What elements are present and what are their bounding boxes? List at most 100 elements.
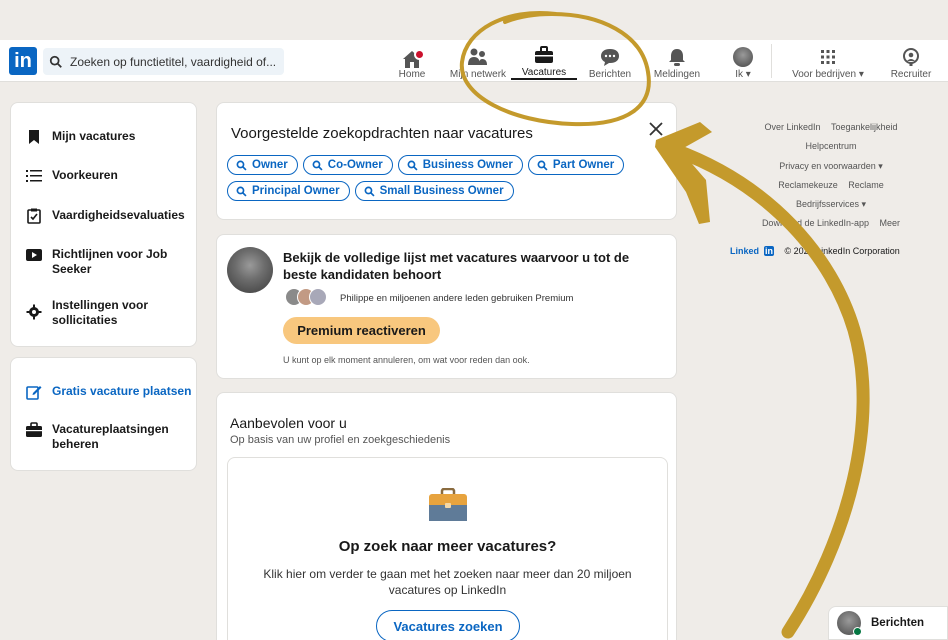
sidebar-item-skill-assessments[interactable]: Vaardigheidsevaluaties — [26, 208, 185, 224]
messaging-label: Berichten — [871, 617, 925, 629]
footer-link[interactable]: Bedrijfsservices ▾ — [796, 199, 866, 209]
suggested-searches-card: Voorgestelde zoekopdrachten naar vacatur… — [216, 102, 677, 220]
nav-divider — [771, 44, 772, 78]
search-pill[interactable]: Owner — [227, 155, 298, 175]
sidebar-item-my-jobs[interactable]: Mijn vacatures — [26, 129, 135, 145]
footer-link[interactable]: Toegankelijkheid — [831, 122, 898, 132]
play-icon — [26, 249, 42, 261]
bookmark-icon — [29, 130, 39, 144]
manage-job-postings-label: Vacatureplaatsingen beheren — [52, 422, 169, 451]
footer-links: Over LinkedIn Toegankelijkheid Helpcentr… — [724, 118, 938, 256]
messaging-bar[interactable]: Berichten — [828, 606, 948, 640]
nav-jobs-label: Vacatures — [521, 67, 567, 78]
nav-notifications[interactable]: Meldingen — [650, 42, 704, 80]
bell-icon — [669, 49, 685, 66]
sidebar-card: Mijn vacatures Voorkeuren Vaardigheidsev… — [10, 102, 197, 347]
search-input[interactable] — [70, 54, 280, 69]
search-pill-label: Small Business Owner — [379, 185, 504, 197]
premium-social-proof: Philippe en miljoenen andere leden gebru… — [340, 293, 574, 304]
search-pill-label: Principal Owner — [252, 185, 340, 197]
search-pill[interactable]: Part Owner — [527, 155, 625, 175]
nav-recruiter[interactable]: Recruiter — [886, 42, 936, 80]
nav-network[interactable]: Mijn netwerk — [447, 42, 509, 80]
linkedin-wordmark: Linked in — [726, 246, 778, 256]
copyright-text: © 2024 LinkedIn Corporation — [782, 246, 900, 256]
suggested-searches-title: Voorgestelde zoekopdrachten naar vacatur… — [231, 125, 533, 142]
avatar — [227, 247, 273, 293]
footer-link[interactable]: Reclamekeuze — [778, 180, 838, 190]
recruiter-icon — [903, 48, 919, 66]
member-faces — [285, 288, 327, 306]
sidebar-item-label: Richtlijnen voor Job Seeker — [52, 247, 168, 276]
search-icon — [49, 55, 62, 68]
top-nav-bar: in Home Mijn netwerk Vacatures Berichten… — [0, 40, 948, 82]
nav-home[interactable]: Home — [396, 42, 428, 80]
wordmark-prefix: Linked — [730, 246, 760, 256]
sidebar-item-label: Vaardigheidsevaluaties — [52, 208, 185, 222]
search-pill[interactable]: Small Business Owner — [354, 181, 514, 201]
premium-fine-print: U kunt op elk moment annuleren, om wat v… — [283, 355, 530, 365]
wordmark-suffix: in — [764, 246, 775, 256]
list-icon — [26, 170, 42, 182]
post-job-link[interactable]: Gratis vacature plaatsen — [26, 384, 191, 400]
search-icon — [537, 160, 548, 171]
premium-upsell-card: Bekijk de volledige lijst met vacatures … — [216, 234, 677, 379]
footer-link[interactable]: Download de LinkedIn-app — [762, 218, 869, 228]
recommended-title: Aanbevolen voor u — [230, 415, 347, 431]
nav-for-business[interactable]: Voor bedrijven ▾ — [786, 42, 870, 80]
more-jobs-heading: Op zoek naar meer vacatures? — [338, 538, 557, 555]
search-pill[interactable]: Business Owner — [397, 155, 523, 175]
search-box[interactable] — [43, 48, 284, 75]
post-job-label: Gratis vacature plaatsen — [52, 384, 192, 398]
avatar — [309, 288, 327, 306]
nav-me-label: Ik ▾ — [735, 69, 751, 80]
sidebar-item-job-seeker-guidance[interactable]: Richtlijnen voor Job Seeker — [26, 247, 176, 277]
manage-job-postings-link[interactable]: Vacatureplaatsingen beheren — [26, 422, 176, 452]
briefcase-icon — [429, 488, 467, 521]
avatar — [733, 47, 753, 67]
nav-home-label: Home — [398, 69, 426, 80]
search-pill[interactable]: Co-Owner — [302, 155, 393, 175]
search-pill-label: Co-Owner — [327, 159, 383, 171]
sidebar-item-label: Voorkeuren — [52, 168, 118, 182]
sidebar-item-application-settings[interactable]: Instellingen voor sollicitaties — [26, 298, 156, 328]
sidebar-item-label: Instellingen voor sollicitaties — [52, 298, 149, 327]
sidebar-item-label: Mijn vacatures — [52, 129, 136, 143]
gear-icon — [26, 304, 42, 320]
footer-link[interactable]: Privacy en voorwaarden ▾ — [779, 161, 883, 171]
reactivate-premium-button[interactable]: Premium reactiveren — [283, 317, 440, 344]
sidebar-actions-card: Gratis vacature plaatsen Vacatureplaatsi… — [10, 357, 197, 471]
search-pill-label: Business Owner — [422, 159, 513, 171]
nav-messaging[interactable]: Berichten — [587, 42, 633, 80]
footer-link[interactable]: Meer — [880, 218, 901, 228]
messaging-icon — [601, 49, 619, 66]
recommended-subtitle: Op basis van uw profiel en zoekgeschiede… — [230, 434, 451, 446]
network-icon — [468, 48, 487, 65]
notification-badge — [414, 49, 425, 60]
linkedin-logo[interactable]: in — [9, 47, 37, 75]
briefcase-icon — [26, 422, 42, 437]
nav-me[interactable]: Ik ▾ — [728, 42, 758, 80]
close-icon[interactable] — [648, 121, 664, 137]
nav-jobs[interactable]: Vacatures — [511, 42, 577, 80]
more-jobs-description: Klik hier om verder te gaan met het zoek… — [263, 567, 632, 597]
footer-link[interactable]: Helpcentrum — [805, 141, 856, 151]
search-icon — [236, 186, 247, 197]
avatar — [837, 611, 862, 636]
grid-icon — [821, 50, 835, 64]
search-pill[interactable]: Principal Owner — [227, 181, 350, 201]
search-icon — [236, 160, 247, 171]
nav-network-label: Mijn netwerk — [449, 69, 507, 80]
search-pill-label: Part Owner — [552, 159, 615, 171]
sidebar-item-preferences[interactable]: Voorkeuren — [26, 168, 118, 184]
footer-link[interactable]: Reclame — [848, 180, 884, 190]
footer-link[interactable]: Over LinkedIn — [764, 122, 820, 132]
copyright: Linked in © 2024 LinkedIn Corporation — [726, 242, 904, 261]
nav-notifications-label: Meldingen — [653, 69, 701, 80]
search-pill-label: Owner — [252, 159, 288, 171]
search-icon — [407, 160, 418, 171]
briefcase-icon — [535, 46, 553, 63]
clipboard-icon — [27, 208, 41, 224]
find-jobs-button[interactable]: Vacatures zoeken — [376, 610, 520, 640]
recommended-card: Aanbevolen voor u Op basis van uw profie… — [216, 392, 677, 640]
